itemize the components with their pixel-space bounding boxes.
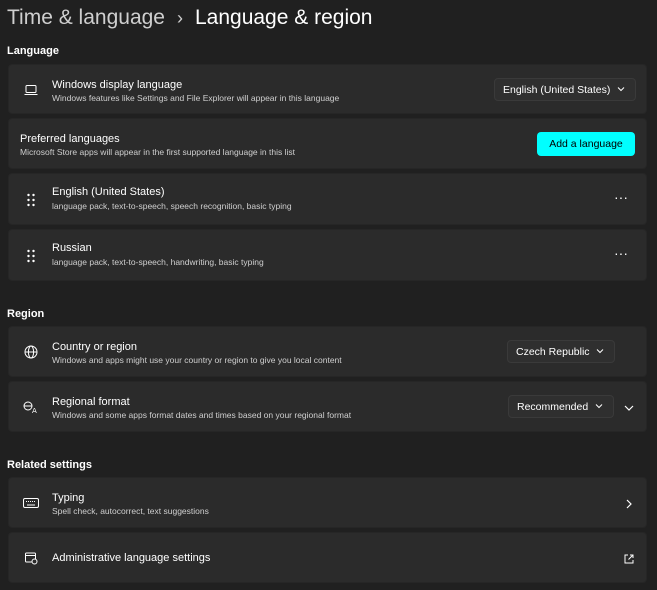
display-language-card: Windows display language Windows feature… xyxy=(8,64,647,114)
country-region-value: Czech Republic xyxy=(516,345,590,358)
breadcrumb: Time & language › Language & region xyxy=(7,3,372,33)
admin-language-link[interactable]: Administrative language settings xyxy=(8,532,647,583)
typing-title: Typing xyxy=(52,492,85,504)
regional-format-title: Regional format xyxy=(52,396,130,408)
language-name: English (United States) xyxy=(52,186,165,198)
external-link-icon xyxy=(623,552,635,570)
expand-chevron-icon[interactable] xyxy=(623,401,635,419)
breadcrumb-separator: › xyxy=(176,7,183,28)
language-item-russian[interactable]: Russian language pack, text-to-speech, h… xyxy=(8,229,647,281)
preferred-languages-subtitle: Microsoft Store apps will appear in the … xyxy=(20,147,295,157)
svg-text:A: A xyxy=(32,407,37,414)
language-name: Russian xyxy=(52,242,92,254)
language-features: language pack, text-to-speech, speech re… xyxy=(52,201,292,211)
drag-handle-icon[interactable] xyxy=(23,192,39,208)
regional-format-dropdown[interactable]: Recommended xyxy=(508,395,614,418)
display-language-title: Windows display language xyxy=(52,79,183,91)
regional-format-card[interactable]: A Regional format Windows and some apps … xyxy=(8,381,647,432)
display-language-dropdown[interactable]: English (United States) xyxy=(494,78,636,101)
breadcrumb-parent[interactable]: Time & language xyxy=(7,6,165,30)
regional-format-value: Recommended xyxy=(517,400,589,413)
section-title-region: Region xyxy=(7,308,45,320)
display-language-value: English (United States) xyxy=(503,83,611,96)
preferred-languages-title: Preferred languages xyxy=(20,133,120,145)
more-options-button[interactable]: ··· xyxy=(614,189,628,205)
section-title-language: Language xyxy=(7,45,59,57)
page-title: Language & region xyxy=(194,6,373,29)
chevron-down-icon xyxy=(595,346,605,359)
globe-icon xyxy=(23,344,39,360)
country-region-title: Country or region xyxy=(52,341,137,353)
country-region-dropdown[interactable]: Czech Republic xyxy=(507,340,615,363)
keyboard-icon xyxy=(23,495,39,511)
preferred-languages-card: Preferred languages Microsoft Store apps… xyxy=(8,118,647,169)
more-options-button[interactable]: ··· xyxy=(614,245,628,261)
admin-language-title: Administrative language settings xyxy=(52,552,211,564)
country-region-card: Country or region Windows and apps might… xyxy=(8,326,647,377)
regional-format-subtitle: Windows and some apps format dates and t… xyxy=(52,410,352,420)
chevron-down-icon xyxy=(594,401,604,414)
regional-format-icon: A xyxy=(23,399,39,415)
display-language-subtitle: Windows features like Settings and File … xyxy=(52,93,340,103)
typing-link[interactable]: Typing Spell check, autocorrect, text su… xyxy=(8,477,647,528)
chevron-down-icon xyxy=(616,84,626,97)
typing-subtitle: Spell check, autocorrect, text suggestio… xyxy=(52,506,209,516)
section-title-related: Related settings xyxy=(7,459,92,471)
drag-handle-icon[interactable] xyxy=(23,248,39,264)
laptop-icon xyxy=(23,82,39,98)
language-features: language pack, text-to-speech, handwriti… xyxy=(52,257,264,267)
admin-language-icon xyxy=(23,550,39,566)
language-item-english[interactable]: English (United States) language pack, t… xyxy=(8,173,647,225)
add-language-button[interactable]: Add a language xyxy=(537,132,635,156)
chevron-right-icon xyxy=(623,497,635,515)
country-region-subtitle: Windows and apps might use your country … xyxy=(52,355,342,365)
